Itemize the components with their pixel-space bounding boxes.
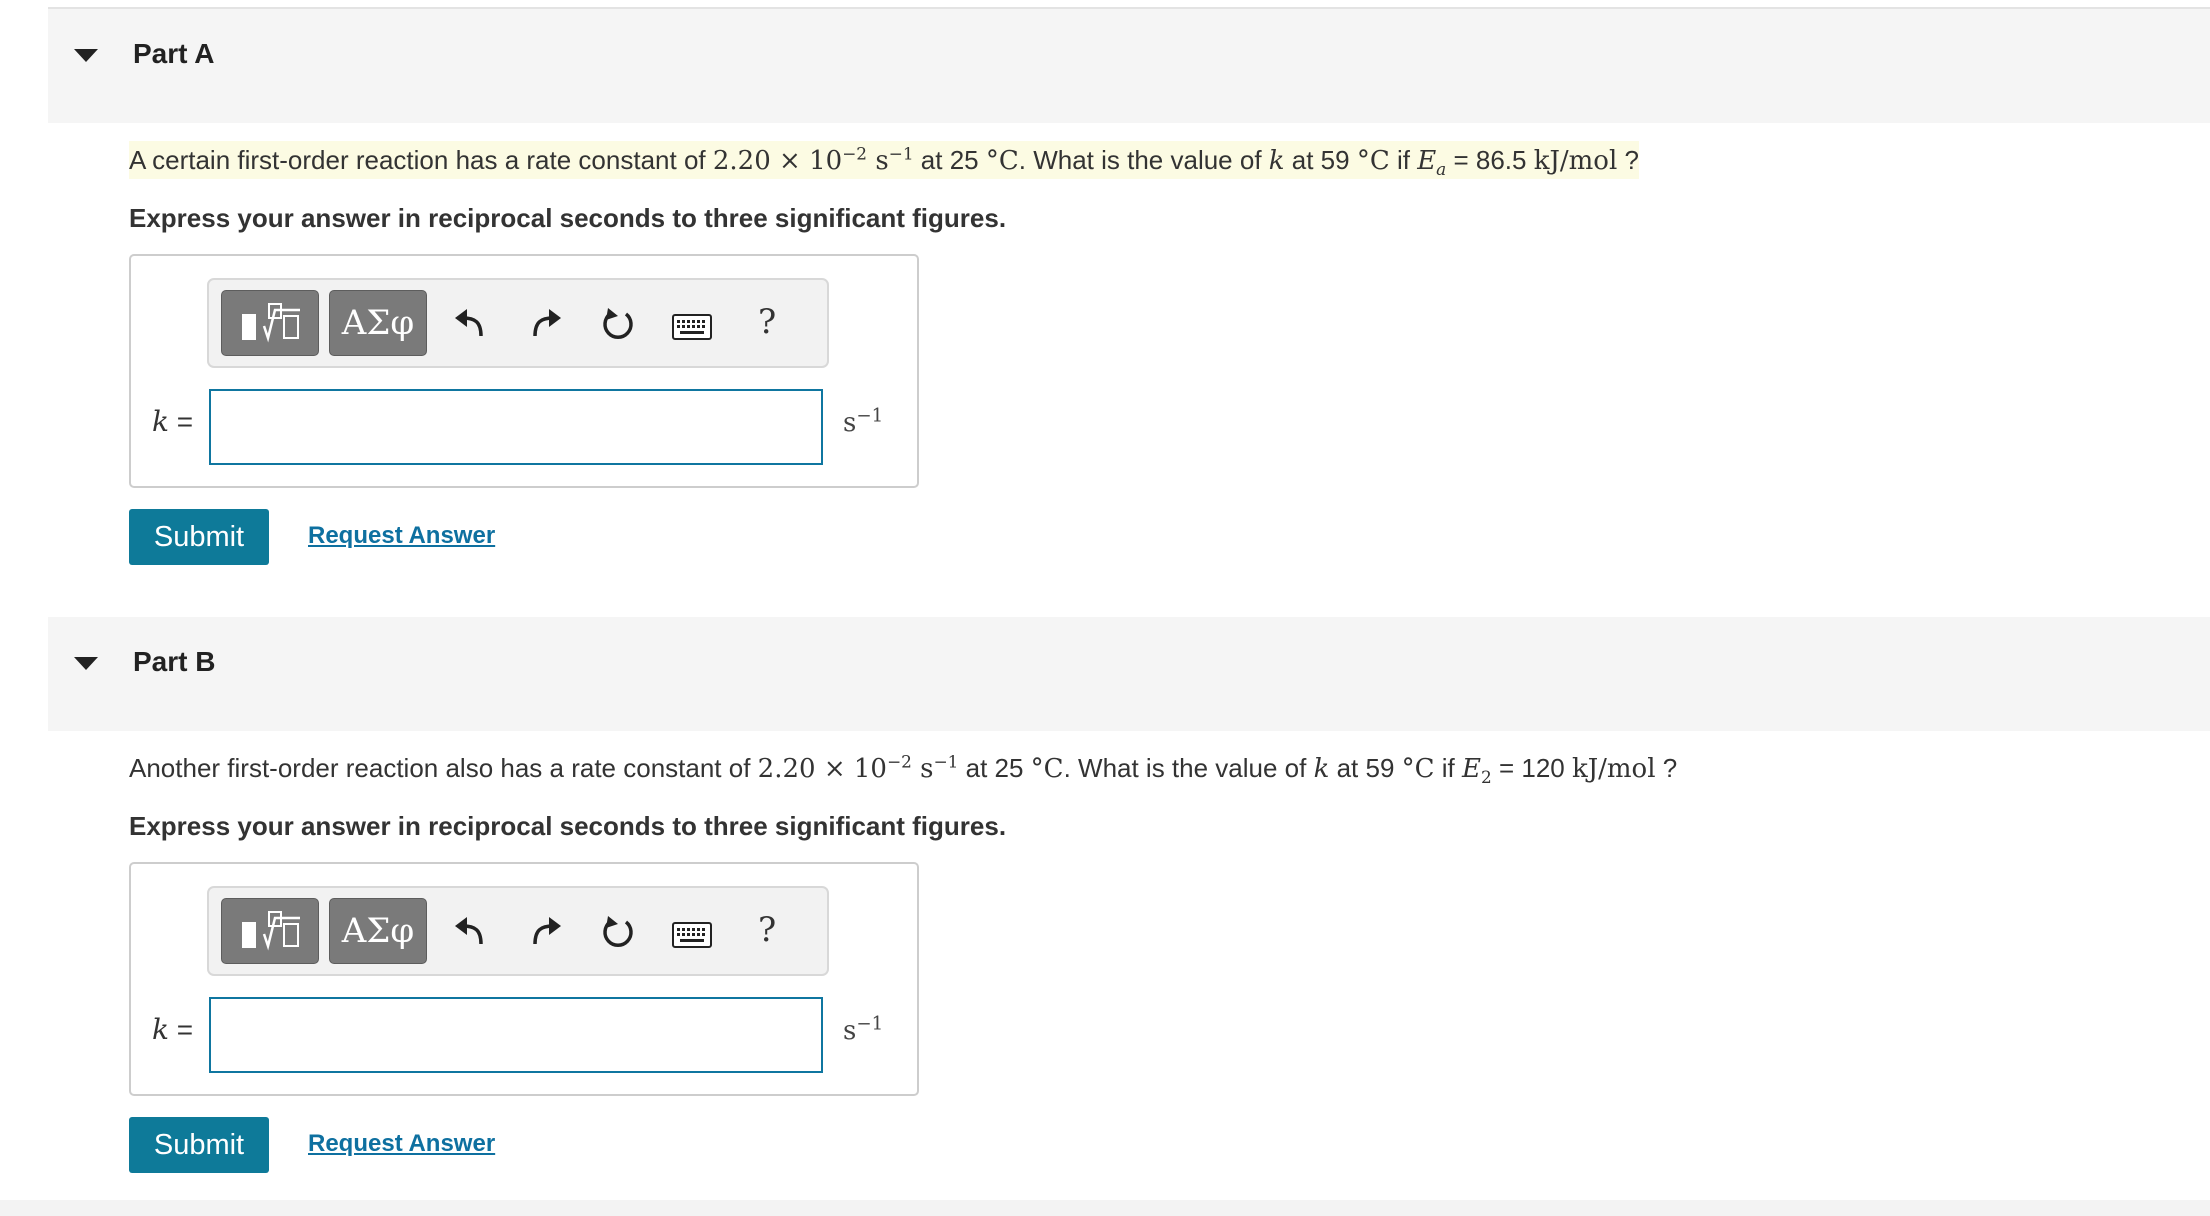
part-b-title: Part B — [133, 646, 216, 677]
part-b-answer-label: k = — [152, 1013, 194, 1046]
part-a-request-answer-link[interactable]: Request Answer — [308, 522, 495, 550]
collapse-caret-icon[interactable] — [74, 49, 98, 62]
redo-icon[interactable] — [528, 305, 564, 341]
keyboard-icon[interactable] — [672, 922, 712, 948]
part-a-answer-input[interactable] — [209, 389, 823, 465]
redo-icon[interactable] — [528, 913, 564, 949]
part-a-answer-label: k = — [152, 405, 194, 438]
part-b-answer-input[interactable] — [209, 997, 823, 1073]
undo-icon[interactable] — [452, 305, 488, 341]
part-b-request-answer-link[interactable]: Request Answer — [308, 1130, 495, 1158]
collapse-caret-icon[interactable] — [74, 657, 98, 670]
reset-icon[interactable] — [600, 306, 636, 342]
part-b-answer-unit: s−1 — [843, 1013, 884, 1046]
part-b-question: Another first-order reaction also has a … — [129, 751, 1678, 788]
greek-symbols-button[interactable]: ΑΣφ — [329, 290, 427, 356]
templates-button[interactable] — [221, 290, 319, 356]
templates-button[interactable] — [221, 898, 319, 964]
part-a-submit-button[interactable]: Submit — [129, 509, 269, 565]
part-a-title: Part A — [133, 38, 215, 69]
part-b-header[interactable] — [48, 617, 2210, 731]
help-button[interactable]: ? — [758, 910, 776, 950]
templates-icon — [228, 904, 312, 959]
part-b-submit-button[interactable]: Submit — [129, 1117, 269, 1173]
greek-symbols-button[interactable]: ΑΣφ — [329, 898, 427, 964]
part-a-answer-unit: s−1 — [843, 405, 884, 438]
part-a-header[interactable] — [48, 9, 2210, 123]
part-a-instruction: Express your answer in reciprocal second… — [129, 203, 1007, 233]
keyboard-icon[interactable] — [672, 314, 712, 340]
bottom-bar — [0, 1200, 2210, 1216]
help-button[interactable]: ? — [758, 302, 776, 342]
templates-icon — [228, 296, 312, 351]
part-b-instruction: Express your answer in reciprocal second… — [129, 811, 1007, 841]
reset-icon[interactable] — [600, 914, 636, 950]
undo-icon[interactable] — [452, 913, 488, 949]
part-a-question: A certain first-order reaction has a rat… — [129, 141, 1639, 179]
